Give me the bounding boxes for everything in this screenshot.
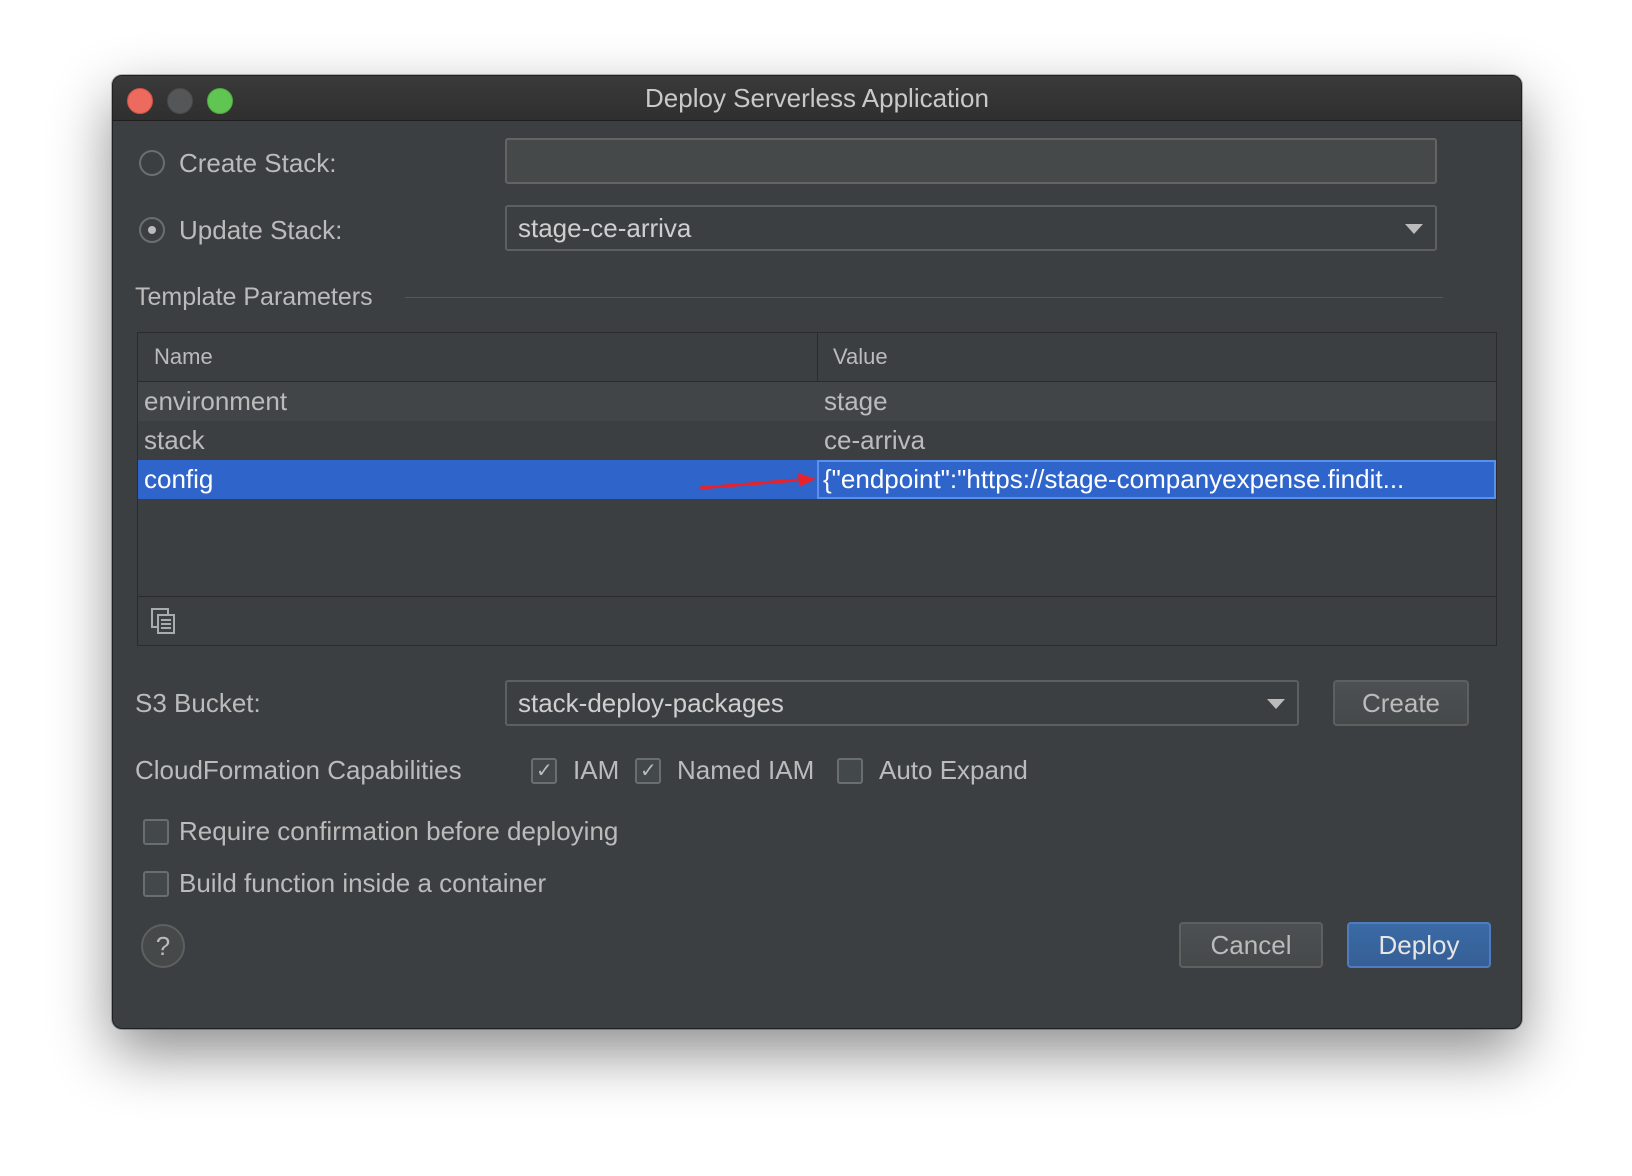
table-row[interactable]: stack ce-arriva xyxy=(138,421,1496,460)
template-parameters-heading: Template Parameters xyxy=(135,283,373,311)
help-button[interactable]: ? xyxy=(141,924,185,968)
table-toolbar xyxy=(138,596,1496,645)
update-stack-value: stage-ce-arriva xyxy=(518,213,692,243)
named-iam-label: Named IAM xyxy=(677,755,815,785)
s3-bucket-label: S3 Bucket: xyxy=(135,688,261,718)
build-in-container-label: Build function inside a container xyxy=(179,868,547,898)
chevron-down-icon xyxy=(1405,224,1423,234)
title-bar: Deploy Serverless Application xyxy=(113,76,1521,121)
column-divider[interactable] xyxy=(817,333,818,381)
auto-expand-checkbox[interactable] xyxy=(837,758,863,784)
build-in-container-checkbox[interactable] xyxy=(143,871,169,897)
checkmark-icon: ✓ xyxy=(536,760,553,782)
s3-bucket-value: stack-deploy-packages xyxy=(518,688,784,718)
window-title: Deploy Serverless Application xyxy=(645,83,989,113)
param-value-editor[interactable]: {"endpoint":"https://stage-companyexpens… xyxy=(817,460,1496,499)
create-stack-label: Create Stack: xyxy=(179,148,337,178)
param-value: ce-arriva xyxy=(824,425,926,455)
param-name: stack xyxy=(144,425,205,455)
create-stack-input[interactable] xyxy=(505,138,1437,184)
chevron-down-icon xyxy=(1267,699,1285,709)
annotation-arrow-icon xyxy=(699,473,816,490)
table-header: Name Value xyxy=(138,333,1496,382)
update-stack-label: Update Stack: xyxy=(179,215,343,245)
require-confirmation-label: Require confirmation before deploying xyxy=(179,816,619,846)
iam-checkbox[interactable]: ✓ xyxy=(531,758,557,784)
require-confirmation-checkbox[interactable] xyxy=(143,819,169,845)
column-header-name[interactable]: Name xyxy=(154,333,213,381)
deploy-dialog: Deploy Serverless Application Create Sta… xyxy=(112,75,1522,1029)
table-row-selected[interactable]: config {"endpoint":"https://stage-compan… xyxy=(138,460,1496,499)
column-header-value[interactable]: Value xyxy=(833,333,888,381)
copy-icon[interactable] xyxy=(150,607,178,635)
deploy-button[interactable]: Deploy xyxy=(1347,922,1491,968)
param-value: {"endpoint":"https://stage-companyexpens… xyxy=(823,464,1405,494)
checkmark-icon: ✓ xyxy=(640,760,657,782)
named-iam-checkbox[interactable]: ✓ xyxy=(635,758,661,784)
update-stack-dropdown[interactable]: stage-ce-arriva xyxy=(505,205,1437,251)
capabilities-label: CloudFormation Capabilities xyxy=(135,755,462,785)
s3-bucket-dropdown[interactable]: stack-deploy-packages xyxy=(505,680,1299,726)
param-name: environment xyxy=(144,386,288,416)
iam-label: IAM xyxy=(573,755,620,785)
table-row[interactable]: environment stage xyxy=(138,382,1496,421)
create-bucket-button[interactable]: Create xyxy=(1333,680,1469,726)
cancel-button[interactable]: Cancel xyxy=(1179,922,1323,968)
create-stack-radio[interactable] xyxy=(139,150,165,176)
auto-expand-label: Auto Expand xyxy=(879,755,1028,785)
section-divider xyxy=(405,297,1443,298)
param-name: config xyxy=(144,464,214,494)
param-value: stage xyxy=(824,386,888,416)
update-stack-radio[interactable] xyxy=(139,217,165,243)
template-parameters-table: Name Value environment stage stack ce-ar… xyxy=(137,332,1497,646)
